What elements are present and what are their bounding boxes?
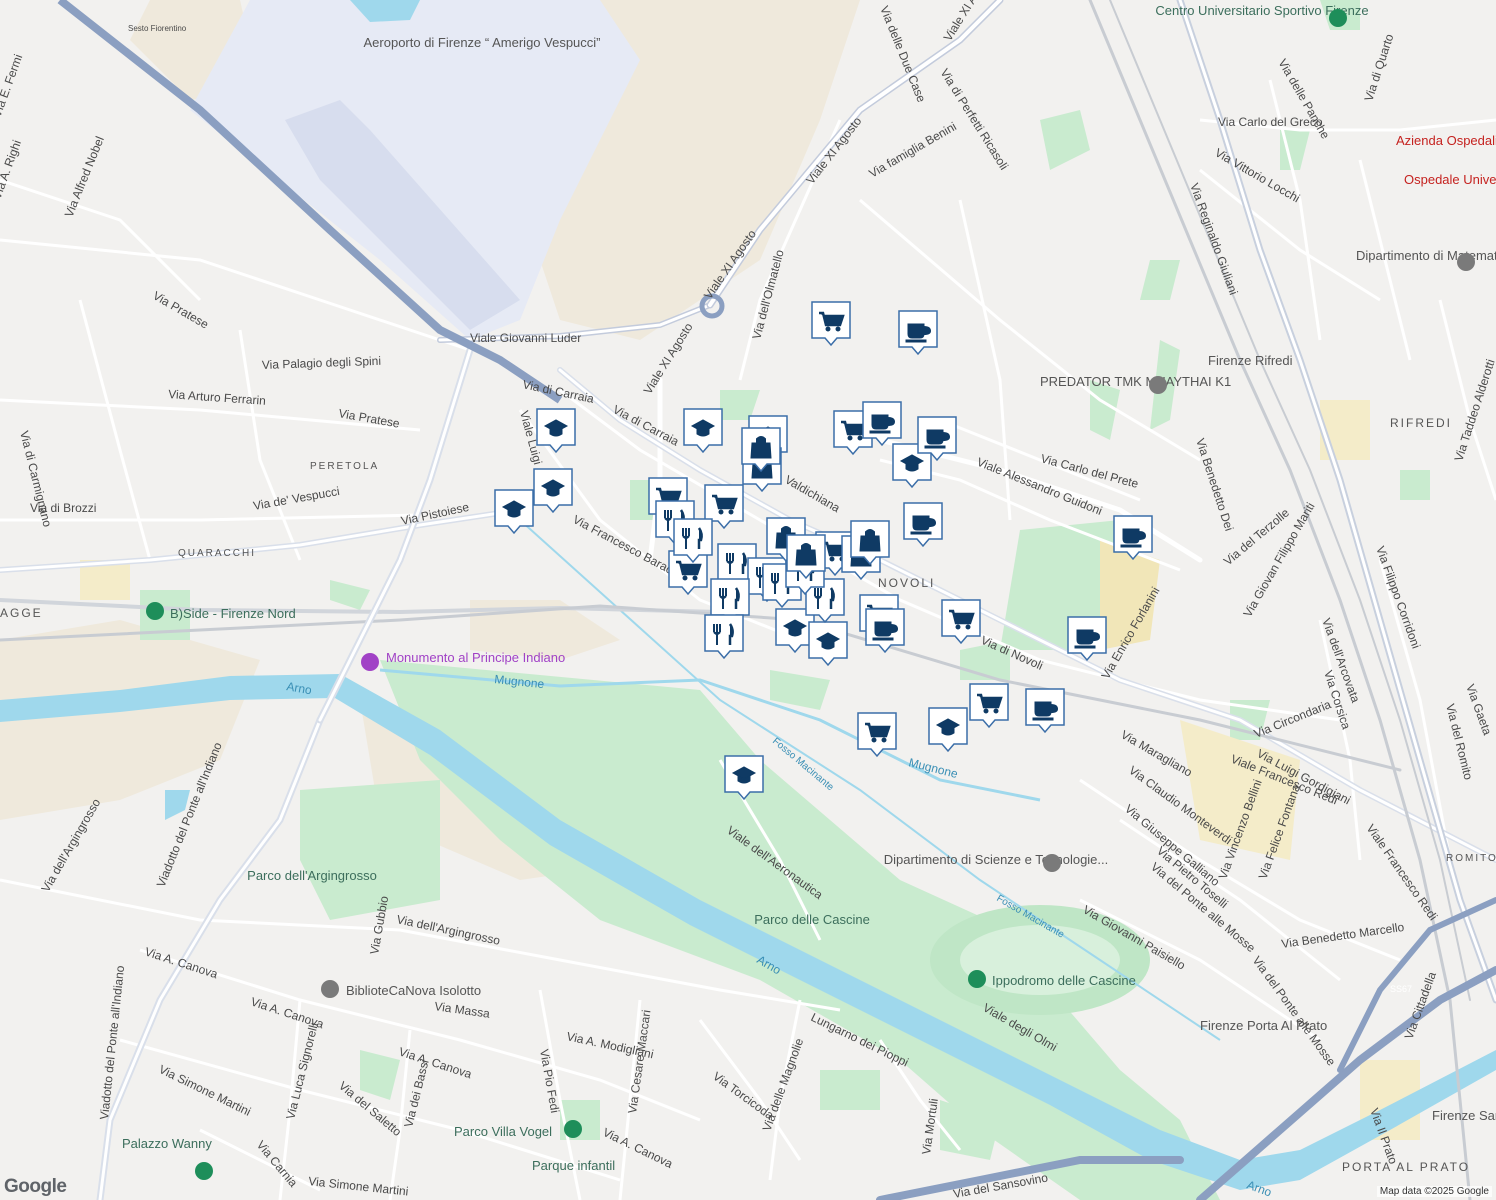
cafe-marker[interactable]: [1067, 616, 1107, 662]
cafe-marker[interactable]: [1113, 515, 1153, 561]
poi-bside: B)Side - Firenze Nord: [170, 606, 296, 621]
school-marker[interactable]: [808, 621, 848, 667]
poi-careggi: Azienda Ospedaliero Universitaria Caregg…: [1396, 133, 1496, 148]
poi-cascine: Parco delle Cascine: [754, 912, 870, 927]
poi-wanny: Palazzo Wanny: [122, 1136, 212, 1151]
school-marker[interactable]: [536, 408, 576, 454]
shop-marker[interactable]: [741, 427, 781, 473]
cafe-marker[interactable]: [898, 310, 938, 356]
restaurant-marker[interactable]: [673, 518, 713, 564]
poi-rifredi: Firenze Rifredi: [1208, 353, 1293, 368]
poi-parque: Parque infantil: [532, 1158, 615, 1173]
poi-ippodromo: Ippodromo delle Cascine: [992, 973, 1136, 988]
library-dot: [321, 980, 339, 998]
label-ss67: SS67: [1390, 984, 1412, 994]
area-peretola: PERETOLA: [310, 461, 379, 472]
cafe-marker[interactable]: [917, 416, 957, 462]
gym-dot: [1149, 376, 1167, 394]
label-sesto: Sesto Fiorentino: [128, 24, 187, 33]
poi-argingrosso: Parco dell'Argingrosso: [247, 868, 377, 883]
poi-monumento: Monumento al Principe Indiano: [386, 650, 565, 665]
school-marker[interactable]: [928, 707, 968, 753]
school-marker[interactable]: [494, 489, 534, 535]
label-airport-1: Aeroporto di Firenze “ Amerigo Vespucci”: [364, 35, 601, 50]
map-attribution[interactable]: Map data ©2025 Google: [1376, 1186, 1492, 1197]
label-luder: Viale Giovanni Luder: [470, 331, 581, 345]
area-quaracchi: QUARACCHI: [178, 548, 256, 559]
poi-biblioteca: BiblioteCaNova Isolotto: [346, 983, 481, 998]
restaurant-marker[interactable]: [704, 614, 744, 660]
shop-marker[interactable]: [850, 520, 890, 566]
school-marker[interactable]: [724, 755, 764, 801]
poi-dip-scienze: Dipartimento di Scienze e Tecnologie...: [884, 852, 1109, 867]
poi-prontosoccorso: Ospedale Universitario Careggi Pronto So…: [1404, 172, 1496, 187]
cafe-marker[interactable]: [862, 401, 902, 447]
poi-portaalprato: Firenze Porta Al Prato: [1200, 1018, 1327, 1033]
poi-predator: PREDATOR TMK MUAYTHAI K1: [1040, 374, 1231, 389]
supermarket-marker[interactable]: [857, 712, 897, 758]
area-novoli: NOVOLI: [878, 576, 935, 590]
monument-dot: [361, 653, 379, 671]
poi-matematica: Dipartimento di Matematica e...: [1356, 248, 1496, 263]
google-logo: Google: [4, 1176, 67, 1197]
university-dot: [1043, 854, 1061, 872]
matematica-dot: [1457, 253, 1475, 271]
school-marker[interactable]: [683, 408, 723, 454]
poi-villavogel: Parco Villa Vogel: [454, 1124, 552, 1139]
shop-marker[interactable]: [786, 534, 826, 580]
area-agge: AGGE: [0, 606, 43, 620]
area-rifredi: RIFREDI: [1390, 416, 1452, 430]
area-romito: ROMITO: [1446, 853, 1496, 864]
cafe-marker[interactable]: [865, 608, 905, 654]
supermarket-marker[interactable]: [941, 599, 981, 645]
school-marker[interactable]: [533, 468, 573, 514]
cafe-marker[interactable]: [903, 502, 943, 548]
supermarket-marker[interactable]: [811, 301, 851, 347]
area-portaalprato: PORTA AL PRATO: [1342, 1160, 1470, 1174]
cafe-marker[interactable]: [1025, 688, 1065, 734]
supermarket-marker[interactable]: [668, 550, 708, 596]
poi-smn: Firenze Santa Maria Novella: [1432, 1108, 1496, 1123]
supermarket-marker[interactable]: [969, 683, 1009, 729]
map-canvas[interactable]: Aeroporto di Firenze “ Amerigo Vespucci”…: [0, 0, 1496, 1200]
